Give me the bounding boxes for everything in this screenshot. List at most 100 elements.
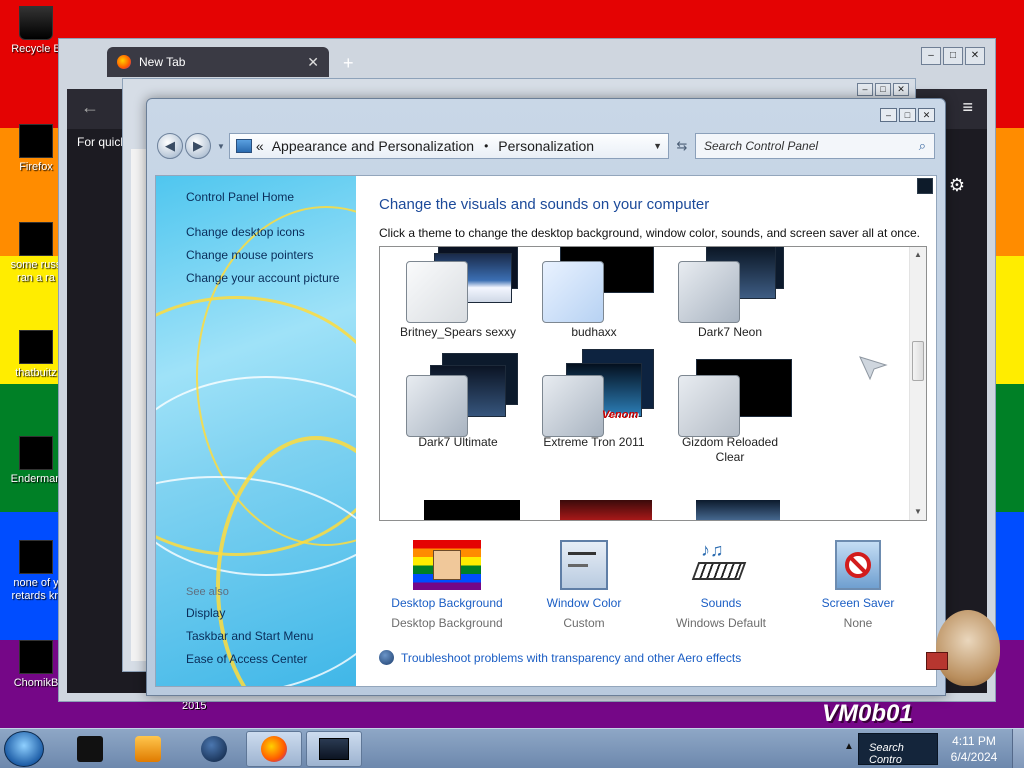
- control-panel-body: Control Panel Home Change desktop icons …: [155, 175, 937, 687]
- taskbar-control-panel[interactable]: [306, 731, 362, 767]
- search-input[interactable]: Search Control Panel ⌕: [695, 133, 935, 159]
- tab-new-tab[interactable]: New Tab ✕: [107, 47, 329, 77]
- gear-icon[interactable]: ⚙: [949, 175, 965, 196]
- theme-name: Dark7 Ultimate: [418, 435, 498, 449]
- tray-text: Search Contro: [869, 742, 904, 765]
- firefox-icon: [261, 736, 287, 762]
- troubleshoot-link[interactable]: Troubleshoot problems with transparency …: [379, 650, 741, 665]
- clock[interactable]: 4:11 PM 6/4/2024: [942, 733, 1006, 765]
- chevron-down-icon[interactable]: ▼: [653, 141, 662, 151]
- desktop-background-link[interactable]: Desktop Background: [379, 596, 515, 610]
- change-account-picture-link[interactable]: Change your account picture: [186, 271, 350, 286]
- breadcrumb-appearance[interactable]: Appearance and Personalization: [272, 138, 474, 154]
- control-panel-icon: [235, 139, 252, 153]
- back-arrow-icon[interactable]: ←: [81, 97, 99, 118]
- troubleshoot-text[interactable]: Troubleshoot problems with transparency …: [401, 651, 741, 665]
- breadcrumb-personalization[interactable]: Personalization: [498, 138, 594, 154]
- help-icon[interactable]: [917, 178, 933, 194]
- theme-dark7-ultimate[interactable]: Dark7 Ultimate: [390, 353, 526, 450]
- chevron-down-icon[interactable]: ▼: [217, 142, 225, 151]
- maximize-button[interactable]: □: [875, 83, 891, 96]
- back-button[interactable]: ◀: [157, 133, 183, 159]
- hamburger-menu-icon[interactable]: ≡: [962, 97, 973, 118]
- main-content: Change the visuals and sounds on your co…: [356, 176, 936, 686]
- screen-saver-icon: [835, 540, 881, 590]
- taskbar-recycle-bin[interactable]: [62, 731, 118, 767]
- sidebar: Control Panel Home Change desktop icons …: [156, 176, 356, 686]
- theme-name: Extreme Tron 2011: [543, 435, 645, 449]
- quick-text: For quick: [77, 135, 127, 149]
- control-panel-home-link[interactable]: Control Panel Home: [186, 190, 350, 205]
- see-also-heading: See also: [186, 586, 229, 598]
- theme-dark7-neon[interactable]: Dark7 Neon: [662, 247, 798, 340]
- tab-title: New Tab: [139, 55, 186, 69]
- theme-budhaxx[interactable]: budhaxx: [526, 247, 662, 340]
- close-button[interactable]: ✕: [965, 47, 985, 65]
- scroll-down-icon[interactable]: ▼: [910, 504, 926, 520]
- theme-name: budhaxx: [571, 325, 617, 339]
- sounds-option[interactable]: ♪♫ Sounds Windows Default: [653, 540, 789, 630]
- theme-name: Gizdom Reloaded Clear: [681, 435, 779, 464]
- minimize-button[interactable]: –: [857, 83, 873, 96]
- window-color-option[interactable]: Window Color Custom: [516, 540, 652, 630]
- venom-overlay: Venom: [602, 409, 639, 421]
- display-link[interactable]: Display: [186, 606, 350, 621]
- maximize-button[interactable]: □: [943, 47, 963, 65]
- browser-window-controls: – □ ✕: [921, 47, 985, 65]
- sounds-link[interactable]: Sounds: [653, 596, 789, 610]
- screen-saver-link[interactable]: Screen Saver: [790, 596, 926, 610]
- theme-list-scrollbar[interactable]: ▲ ▼: [909, 247, 926, 520]
- window-color-link[interactable]: Window Color: [516, 596, 652, 610]
- page-subtitle: Click a theme to change the desktop back…: [379, 226, 920, 240]
- taskbar-globe[interactable]: [186, 731, 242, 767]
- desktop-background-icon: [413, 540, 481, 590]
- close-button[interactable]: ✕: [893, 83, 909, 96]
- theme-thumbnail: [526, 247, 662, 325]
- hamster-icon: [19, 640, 53, 674]
- taskbar-firefox[interactable]: [246, 731, 302, 767]
- window-color-value: Custom: [563, 616, 605, 630]
- scroll-up-icon[interactable]: ▲: [910, 247, 926, 263]
- search-icon[interactable]: ⌕: [919, 138, 926, 154]
- theme-thumbnail: [662, 357, 798, 437]
- close-button[interactable]: ✕: [918, 108, 935, 122]
- taskbar-start-menu-link[interactable]: Taskbar and Start Menu: [186, 629, 350, 644]
- desktop-background-value: Desktop Background: [391, 616, 503, 630]
- theme-gizdom-reloaded-clear[interactable]: Gizdom Reloaded Clear: [662, 357, 798, 465]
- refresh-icon[interactable]: ⇆: [669, 138, 695, 154]
- address-bar[interactable]: « Appearance and Personalization • Perso…: [228, 133, 669, 159]
- breadcrumb-separator: •: [484, 139, 489, 153]
- control-panel-window: – □ ✕ ◀ ▶ ▼ « Appearance and Personaliza…: [146, 98, 946, 696]
- change-mouse-pointers-link[interactable]: Change mouse pointers: [186, 248, 350, 263]
- screen-saver-option[interactable]: Screen Saver None: [790, 540, 926, 630]
- tray-expand-icon[interactable]: ▲: [844, 741, 854, 752]
- forward-button[interactable]: ▶: [185, 133, 211, 159]
- show-desktop-button[interactable]: [1012, 729, 1024, 768]
- new-tab-button[interactable]: +: [343, 53, 354, 74]
- theme-name: Dark7 Neon: [697, 325, 763, 339]
- change-desktop-icons-link[interactable]: Change desktop icons: [186, 225, 350, 240]
- theme-name: Britney_Spears sexxy: [399, 325, 517, 339]
- theme-thumbnail: [390, 247, 526, 325]
- theme-britney-spears-sexxy[interactable]: Britney_Spears sexxy: [390, 247, 526, 340]
- see-also-section: See also Display Taskbar and Start Menu …: [186, 586, 350, 675]
- notification-area: Search Contro: [858, 733, 938, 765]
- start-button[interactable]: [4, 731, 44, 767]
- taskbar-media-player[interactable]: [120, 731, 176, 767]
- address-bar-row: ◀ ▶ ▼ « Appearance and Personalization •…: [157, 129, 935, 163]
- scroll-thumb[interactable]: [912, 341, 924, 381]
- minimize-button[interactable]: –: [921, 47, 941, 65]
- window-controls: – □ ✕: [880, 108, 935, 122]
- globe-icon: [201, 736, 227, 762]
- breadcrumb-prefix[interactable]: «: [256, 138, 264, 154]
- theme-thumbnail: Venom: [526, 349, 662, 437]
- sounds-value: Windows Default: [675, 616, 767, 630]
- desktop-background-option[interactable]: Desktop Background Desktop Background: [379, 540, 515, 630]
- close-tab-icon[interactable]: ✕: [307, 54, 319, 71]
- theme-thumbnail: [390, 353, 526, 437]
- ease-of-access-link[interactable]: Ease of Access Center: [186, 652, 350, 667]
- maximize-button[interactable]: □: [899, 108, 916, 122]
- window-color-icon: [560, 540, 608, 590]
- theme-extreme-tron-2011[interactable]: Venom Extreme Tron 2011: [526, 349, 662, 450]
- minimize-button[interactable]: –: [880, 108, 897, 122]
